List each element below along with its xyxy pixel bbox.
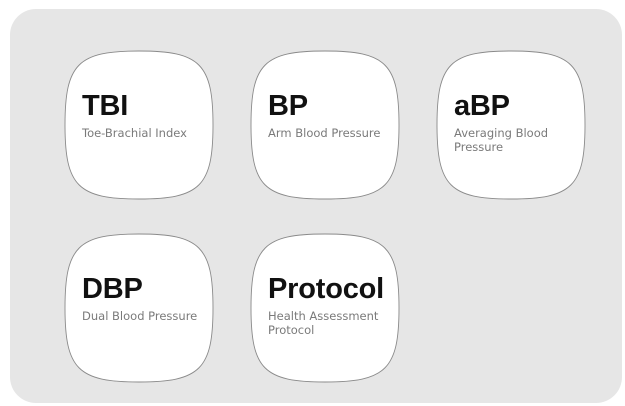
tile-dbp[interactable]: DBP Dual Blood Pressure	[64, 233, 214, 383]
tile-bp[interactable]: BP Arm Blood Pressure	[250, 50, 400, 200]
tile-abp[interactable]: aBP Averaging Blood Pressure	[436, 50, 586, 200]
tile-tbi[interactable]: TBI Toe-Brachial Index	[64, 50, 214, 200]
tile-title: Protocol	[268, 273, 385, 305]
measurement-menu-panel: TBI Toe-Brachial Index BP Arm Blood Pres…	[10, 9, 622, 403]
tile-description: Averaging Blood Pressure	[454, 126, 549, 154]
tile-protocol[interactable]: Protocol Health Assessment Protocol	[250, 233, 400, 383]
tile-title: TBI	[82, 90, 129, 122]
tile-description: Health Assessment Protocol	[268, 309, 379, 337]
tile-description: Toe-Brachial Index	[82, 126, 187, 140]
tile-title: BP	[268, 90, 308, 122]
tile-title: aBP	[454, 90, 510, 122]
tile-title: DBP	[82, 273, 143, 305]
tile-description: Arm Blood Pressure	[268, 126, 381, 140]
tile-description: Dual Blood Pressure	[82, 309, 198, 323]
